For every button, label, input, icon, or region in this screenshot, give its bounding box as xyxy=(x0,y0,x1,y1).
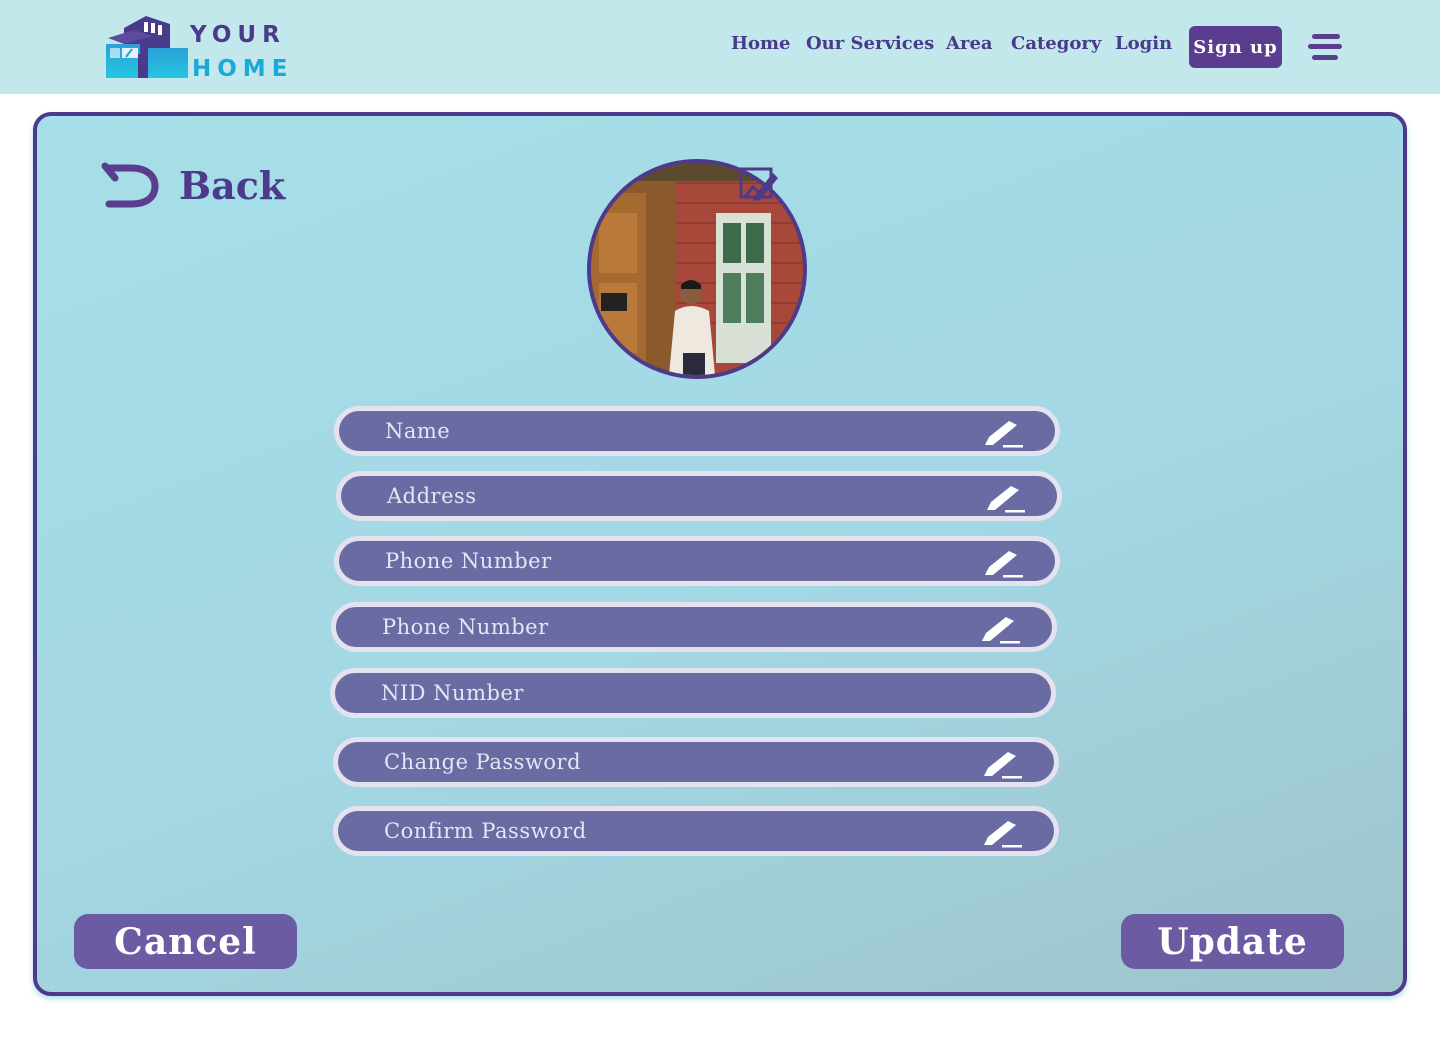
nav-home[interactable]: Home xyxy=(731,33,791,54)
nav-our-services[interactable]: Our Services xyxy=(806,33,934,54)
site-logo[interactable]: YOUR HOME xyxy=(104,14,287,84)
edit-profile-card: Back Name Address Phone Number Phone Num… xyxy=(33,112,1407,996)
change-password-field[interactable]: Change Password xyxy=(333,737,1059,787)
cancel-button[interactable]: Cancel xyxy=(74,914,297,969)
edit-pencil-icon[interactable] xyxy=(982,817,1024,849)
signup-button[interactable]: Sign up xyxy=(1189,26,1282,68)
edit-pencil-icon[interactable] xyxy=(980,613,1022,645)
hamburger-icon[interactable] xyxy=(1308,32,1342,62)
edit-pencil-icon[interactable] xyxy=(985,482,1027,514)
undo-arrow-icon xyxy=(101,162,159,208)
name-field[interactable]: Name xyxy=(334,406,1060,456)
back-label: Back xyxy=(179,162,286,208)
confirm-password-field-placeholder: Confirm Password xyxy=(384,819,587,843)
name-field-placeholder: Name xyxy=(385,419,451,443)
address-field-placeholder: Address xyxy=(387,484,477,508)
edit-pencil-icon[interactable] xyxy=(982,748,1024,780)
nav-login[interactable]: Login xyxy=(1115,33,1172,54)
logo-text-your: YOUR xyxy=(190,22,286,48)
address-field[interactable]: Address xyxy=(336,471,1062,521)
confirm-password-field[interactable]: Confirm Password xyxy=(333,806,1059,856)
phone-number-field[interactable]: Phone Number xyxy=(334,536,1060,586)
logo-text-home: HOME xyxy=(192,56,294,82)
change-password-field-placeholder: Change Password xyxy=(384,750,582,774)
nav-area[interactable]: Area xyxy=(946,33,993,54)
top-navbar: YOUR HOME Home Our Services Area Categor… xyxy=(0,0,1440,94)
update-button[interactable]: Update xyxy=(1121,914,1344,969)
profile-photo-section xyxy=(587,159,807,379)
edit-pencil-icon[interactable] xyxy=(983,547,1025,579)
edit-image-icon[interactable] xyxy=(739,165,779,201)
building-logo-icon xyxy=(106,16,188,78)
nid-number-field[interactable]: NID Number xyxy=(330,668,1056,718)
nav-category[interactable]: Category xyxy=(1011,33,1101,54)
back-button[interactable]: Back xyxy=(101,160,285,210)
nid-number-field-placeholder: NID Number xyxy=(381,681,524,705)
phone-number-field-2-placeholder: Phone Number xyxy=(382,615,549,639)
phone-number-field-placeholder: Phone Number xyxy=(385,549,552,573)
edit-pencil-icon[interactable] xyxy=(983,417,1025,449)
phone-number-field-2[interactable]: Phone Number xyxy=(331,602,1057,652)
